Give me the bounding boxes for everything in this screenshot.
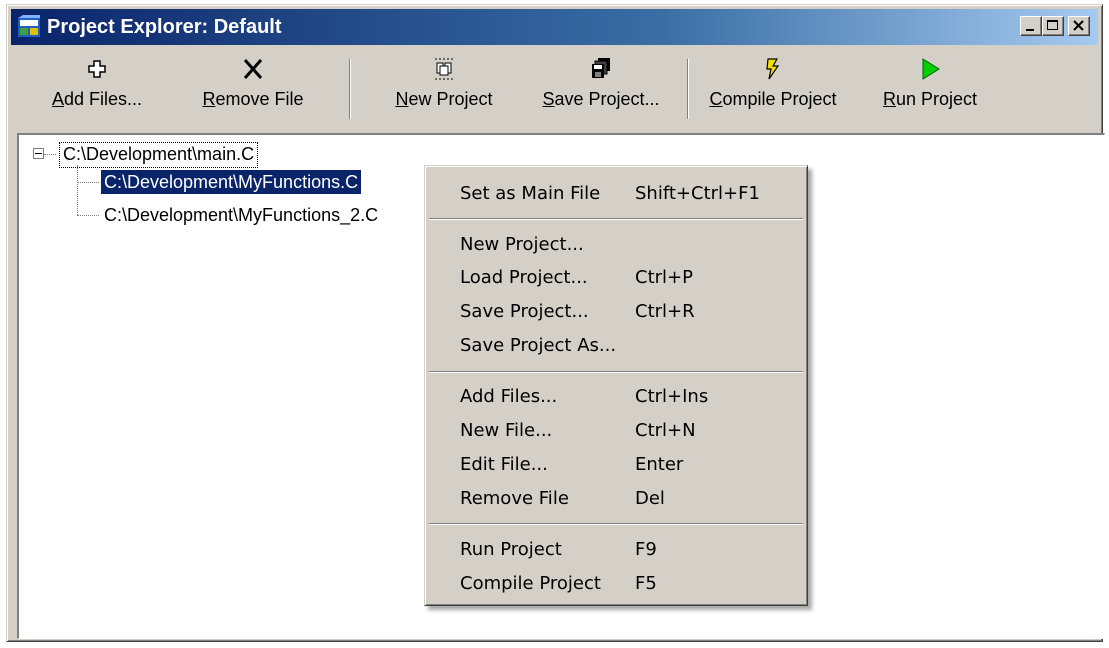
- toolbar-separator: [687, 59, 689, 119]
- new-project-icon: [435, 58, 453, 80]
- menu-item-remove-file[interactable]: Remove File Del: [425, 483, 807, 515]
- menu-item-load-project[interactable]: Load Project... Ctrl+P: [425, 262, 807, 294]
- tree-connector: [77, 165, 78, 215]
- menu-separator: [429, 523, 803, 525]
- context-menu: Set as Main File Shift+Ctrl+F1 New Proje…: [424, 165, 808, 606]
- add-files-button[interactable]: Add Files...: [47, 55, 147, 123]
- close-button[interactable]: [1068, 16, 1090, 36]
- minimize-icon: [1026, 29, 1034, 31]
- menu-item-add-files[interactable]: Add Files... Ctrl+Ins: [425, 381, 807, 413]
- menu-separator: [429, 371, 803, 373]
- menu-separator: [429, 218, 803, 220]
- tree-item-myfunctions[interactable]: C:\Development\MyFunctions.C: [101, 170, 362, 194]
- add-files-icon: [88, 60, 106, 78]
- collapse-node-button[interactable]: [33, 148, 44, 159]
- compile-project-button[interactable]: Compile Project: [701, 55, 845, 123]
- menu-item-new-project[interactable]: New Project...: [425, 229, 807, 261]
- tree-connector: [44, 154, 56, 155]
- menu-item-new-file[interactable]: New File... Ctrl+N: [425, 415, 807, 447]
- menu-item-compile-project[interactable]: Compile Project F5: [425, 568, 807, 600]
- window-title: Project Explorer: Default: [47, 16, 282, 38]
- menu-item-edit-file[interactable]: Edit File... Enter: [425, 449, 807, 481]
- tree-item-myfunctions-2[interactable]: C:\Development\MyFunctions_2.C: [101, 203, 381, 227]
- project-explorer-app-icon: [18, 15, 40, 37]
- maximize-icon: [1047, 20, 1058, 30]
- save-project-icon: [592, 58, 610, 78]
- maximize-button[interactable]: [1042, 16, 1064, 36]
- remove-file-icon: [243, 59, 263, 79]
- run-project-button[interactable]: Run Project: [875, 55, 985, 123]
- tree-connector: [77, 182, 99, 183]
- remove-file-button[interactable]: Remove File: [193, 55, 313, 123]
- menu-item-save-project[interactable]: Save Project... Ctrl+R: [425, 296, 807, 328]
- toolbar-separator: [349, 59, 351, 119]
- tree-connector: [77, 215, 99, 216]
- menu-item-run-project[interactable]: Run Project F9: [425, 534, 807, 566]
- compile-project-icon: [766, 58, 780, 80]
- save-project-button[interactable]: Save Project...: [533, 55, 669, 123]
- toolbar: Add Files... Remove File New Project Sav…: [11, 49, 1098, 129]
- menu-item-save-project-as[interactable]: Save Project As...: [425, 330, 807, 362]
- tree-item-main-file[interactable]: C:\Development\main.C: [59, 142, 259, 168]
- title-bar[interactable]: Project Explorer: Default: [11, 9, 1098, 45]
- close-icon: [1073, 20, 1084, 31]
- minus-icon: [35, 153, 42, 154]
- menu-item-set-as-main-file[interactable]: Set as Main File Shift+Ctrl+F1: [425, 178, 807, 210]
- minimize-button[interactable]: [1020, 16, 1042, 36]
- new-project-button[interactable]: New Project: [383, 55, 505, 123]
- run-project-icon: [922, 58, 940, 80]
